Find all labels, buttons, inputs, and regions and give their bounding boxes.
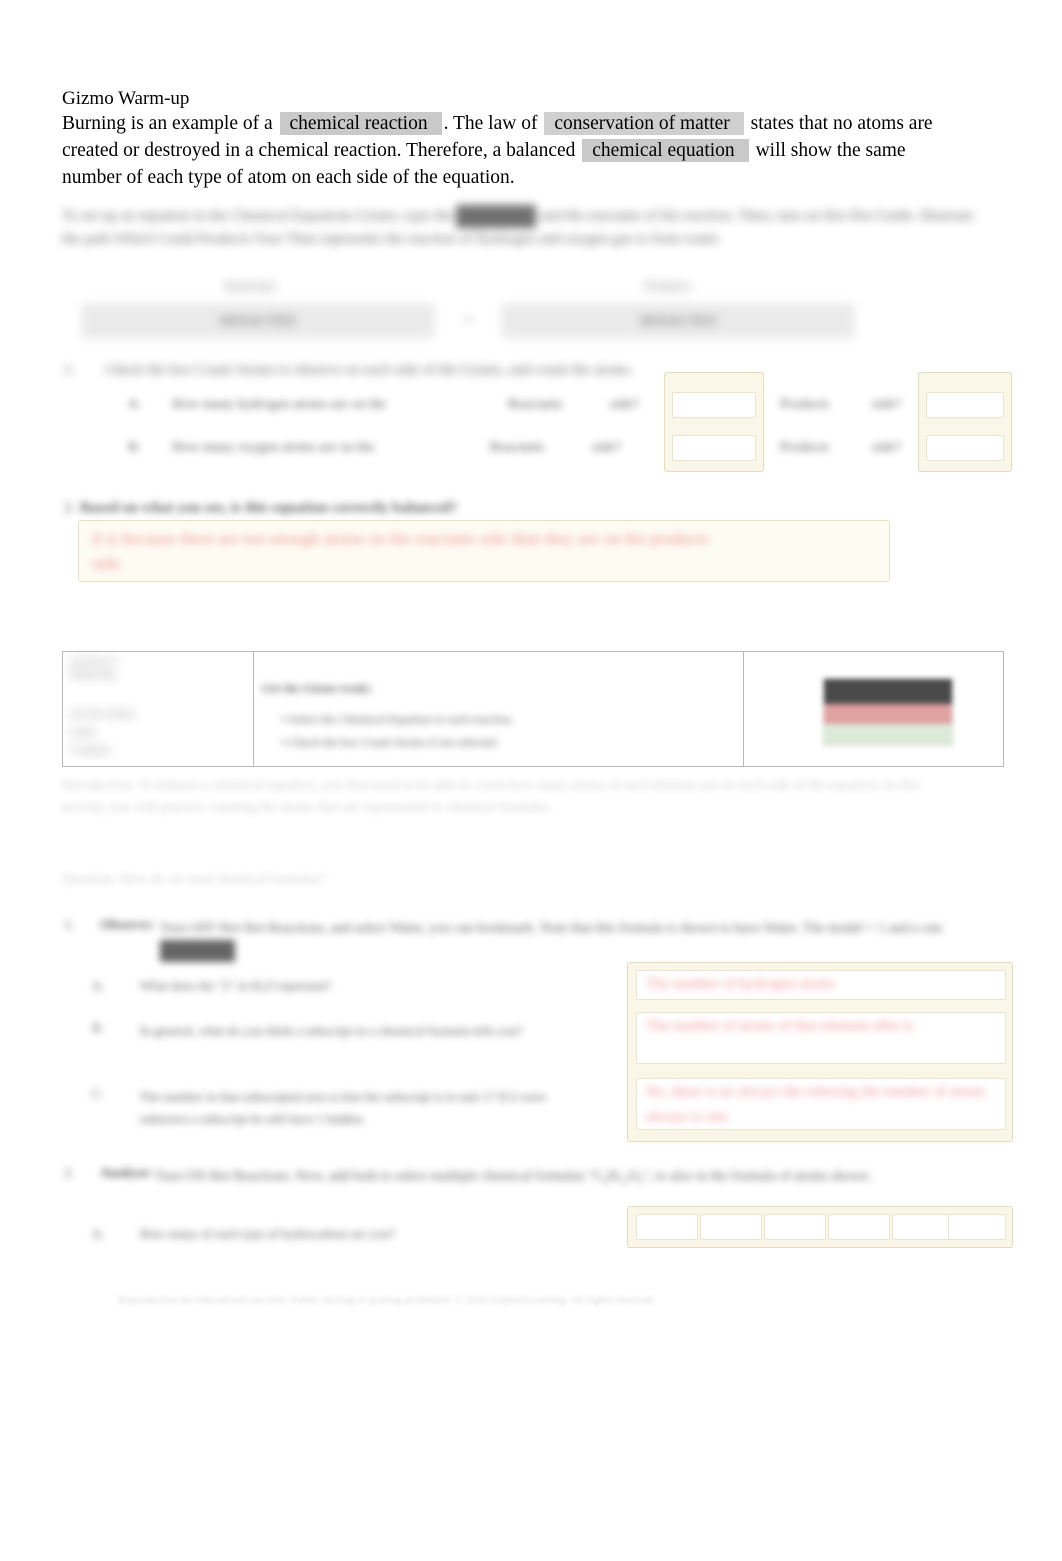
question-3-a-letter: A. — [92, 978, 105, 993]
question-4-cell-5[interactable] — [892, 1214, 954, 1240]
question-1-a-text: How many hydrogen atoms are on the — [172, 397, 386, 412]
page-footer: Reproduction for educational use only. P… — [118, 1294, 656, 1306]
intro-line-2: and the reactants of the — [540, 208, 680, 224]
question-1-number: 1. — [64, 362, 76, 378]
activity-table-col1-line4: Get the Gizmo — [70, 708, 135, 720]
question-1-b-mid-cell[interactable] — [672, 435, 756, 461]
products-input-field[interactable]: REDACTED — [502, 304, 854, 338]
question-1-a-mid-cell[interactable] — [672, 392, 756, 418]
intro-paragraph: To set up an equation in the Chemical Eq… — [62, 205, 980, 251]
question-3-a-answer-text[interactable]: The number of hydrogen atoms — [646, 972, 986, 997]
question-heading: Question: How do we read chemical formul… — [62, 872, 326, 887]
question-1-a-answer-cell[interactable] — [926, 392, 1004, 418]
question-3-redaction: REDACTED — [160, 940, 235, 962]
question-1-a-label-side-2: side? — [872, 397, 901, 412]
question-3-prompt: Turn OFF Hot Hot Reactions, and select W… — [160, 918, 990, 962]
intro-redaction: REDACTED — [456, 205, 537, 228]
thumbnail-red-band — [824, 704, 952, 724]
question-4-a-text: How many of each type of hydrocarbon are… — [140, 1226, 395, 1241]
introduction-label: Introduction: — [62, 778, 136, 793]
question-3-b-letter: B. — [92, 1020, 104, 1035]
question-4-cell-4[interactable] — [828, 1214, 890, 1240]
introduction-text: To balance a chemical equation, you firs… — [62, 778, 920, 815]
introduction-paragraph: Introduction: To balance a chemical equa… — [62, 775, 962, 819]
question-4-cell-2[interactable] — [700, 1214, 762, 1240]
activity-table-col2-item-2: ▪ Check the box Count Atoms if not selec… — [282, 735, 499, 749]
document-page: Gizmo Warm-up Burning is an example of a… — [0, 0, 1062, 1561]
activity-table-col2-item-1: ▪ Select the Chemical Equation to each r… — [282, 712, 514, 726]
activity-table-col1-line2: Balancing — [70, 668, 115, 680]
question-3-b-answer-text[interactable]: The number of atoms of that element afte… — [646, 1014, 994, 1039]
question-4-cell-3[interactable] — [764, 1214, 826, 1240]
question-3-a-text: What does the "2" in H₂O represent? — [140, 978, 332, 993]
question-1-b-label-side-2: side? — [872, 440, 901, 455]
activity-table-col1-line5: ready: — [70, 726, 98, 738]
warmup-highlight-conservation-of-matter: conservation of matter — [544, 112, 744, 135]
question-1-b-letter: B. — [128, 440, 141, 455]
question-1-b-answer-cell[interactable] — [926, 435, 1004, 461]
question-1-b-text: How many oxygen atoms are on the — [172, 440, 375, 455]
warmup-text-2: . The law of — [443, 113, 538, 134]
question-3-c-text: The number in that subscripted area is t… — [140, 1089, 546, 1126]
warmup-highlight-chemical-equation: chemical equation — [582, 139, 749, 162]
question-4-a-letter: A. — [92, 1226, 105, 1241]
warmup-text-1: Burning is an example of a — [62, 113, 273, 134]
question-1-a-label-reactants: Reactants — [508, 397, 563, 412]
activity-table-col1-line1: Activity A: — [70, 655, 120, 667]
question-1-a-letter: A. — [128, 397, 142, 412]
question-3-c-answer-text[interactable]: No, there is no always the referring the… — [646, 1080, 994, 1130]
thumbnail-header-band — [824, 679, 952, 705]
gizmo-thumbnail-image — [823, 678, 953, 746]
question-4-cell-1[interactable] — [636, 1214, 698, 1240]
question-4-number: 2. — [64, 1166, 75, 1181]
question-2-answer-text[interactable]: It is because there are not enough atoms… — [92, 526, 732, 576]
question-1-b-label-products: Products — [780, 440, 829, 455]
question-4-label: Analyze: — [100, 1166, 153, 1181]
question-1-a-label-side: side? — [610, 397, 639, 412]
reaction-header-products: Products — [645, 278, 691, 293]
reaction-arrow: → — [460, 310, 475, 326]
question-3-b-text: In general, what do you think a subscrip… — [140, 1023, 523, 1038]
reactants-input-field[interactable]: REDACTED — [82, 304, 434, 338]
question-2-prompt: Based on what you see, is this equation … — [80, 500, 458, 516]
activity-table-col2-title: Get the Gizmo ready: — [262, 681, 373, 695]
warmup-paragraph: Burning is an example of a chemical reac… — [62, 110, 955, 191]
intro-line-1: To set up an equation in the Chemical Eq… — [62, 208, 453, 224]
question-1-a-label-products: Products — [780, 397, 829, 412]
question-1-b-label-side: side? — [592, 440, 621, 455]
question-3-number: 1. — [64, 918, 75, 933]
intro-line-4: reaction of Hydrogen and oxygen gas to f… — [407, 231, 721, 247]
question-2-number: 2. — [64, 500, 76, 516]
question-3-label: Observe: — [100, 918, 155, 933]
reaction-header-reactants: Reactants — [225, 278, 276, 293]
question-4-prompt: Turn ON Hot Reactions. Now, add both to … — [155, 1169, 872, 1184]
question-4-cell-6[interactable] — [948, 1214, 1006, 1240]
thumbnail-green-band — [824, 723, 952, 745]
activity-table-col1-line7: Continue — [70, 744, 111, 756]
warmup-heading: Gizmo Warm-up — [62, 88, 190, 109]
question-3-c-letter: C. — [92, 1086, 104, 1101]
question-1-b-label-reactants: Reactants — [490, 440, 545, 455]
warmup-highlight-chemical-reaction: chemical reaction — [279, 112, 442, 135]
